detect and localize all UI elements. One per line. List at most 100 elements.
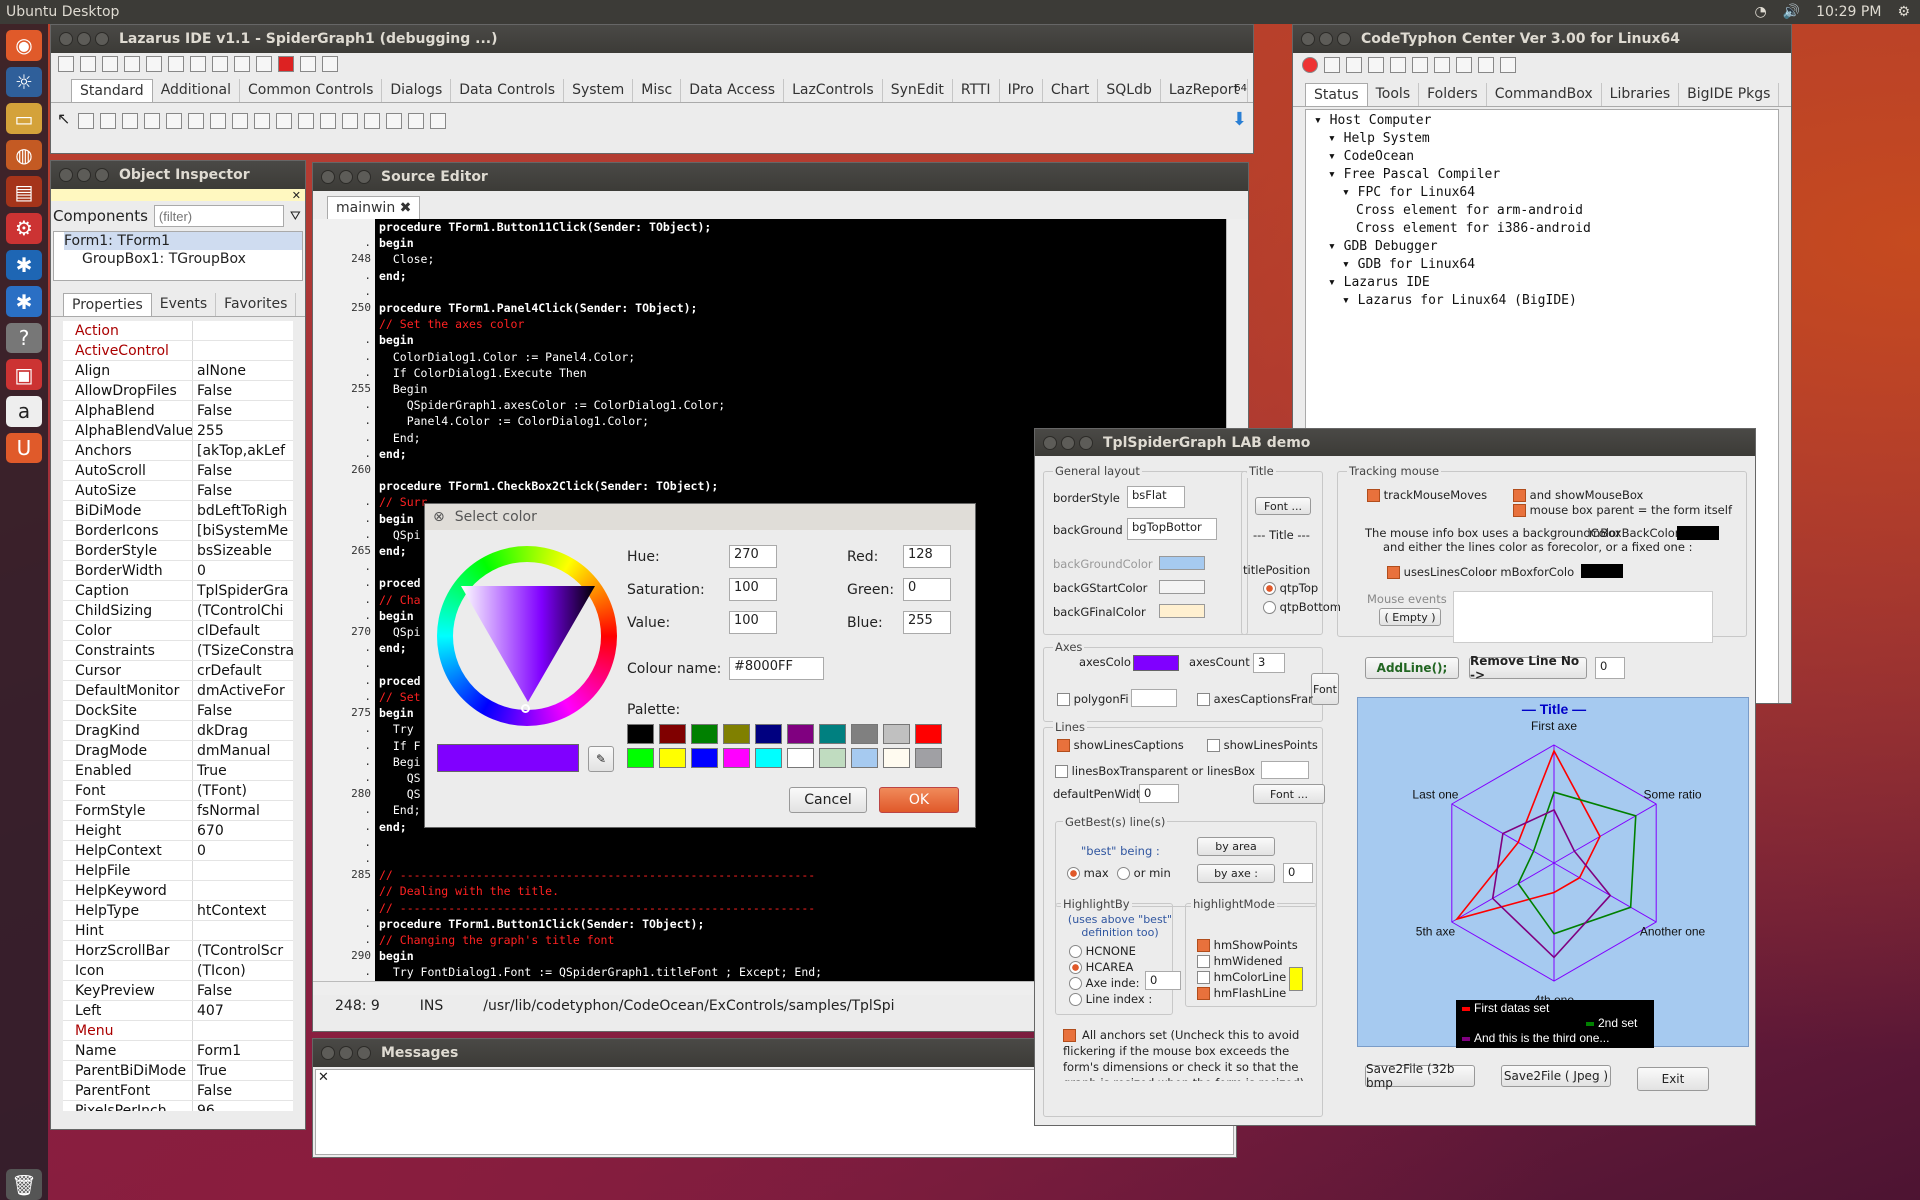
bgcolor-swatch[interactable] — [1159, 556, 1205, 570]
tree-node[interactable]: ▾ GDB for Linux64 — [1306, 256, 1778, 274]
show-mousebox-checkbox[interactable]: and showMouseBox — [1513, 488, 1643, 502]
component-icon[interactable] — [385, 112, 402, 129]
qtp-top-radio[interactable]: qtpTop — [1263, 581, 1318, 595]
palette-swatch[interactable] — [883, 748, 910, 768]
lines-box-transparent-checkbox[interactable]: linesBoxTransparent or linesBox — [1055, 764, 1255, 778]
property-value[interactable]: False — [193, 461, 293, 480]
tab-data-access[interactable]: Data Access — [681, 79, 785, 102]
default-pen-width-input[interactable]: 0 — [1139, 784, 1179, 803]
tab-tools[interactable]: Tools — [1368, 83, 1420, 106]
property-value[interactable]: 670 — [193, 821, 293, 840]
minimize-icon[interactable] — [1061, 435, 1075, 450]
component-icon[interactable] — [341, 112, 358, 129]
close-icon[interactable]: ⊗ — [433, 509, 445, 525]
property-value[interactable] — [193, 921, 293, 940]
property-value[interactable] — [193, 861, 293, 880]
ubuntu-one-icon[interactable]: U — [6, 432, 42, 464]
app-icon[interactable]: ▣ — [6, 359, 42, 391]
property-value[interactable]: (TSizeConstra — [193, 641, 293, 660]
property-value[interactable]: crDefault — [193, 661, 293, 680]
tab-additional[interactable]: Additional — [153, 79, 240, 102]
property-value[interactable]: (TFont) — [193, 781, 293, 800]
property-value[interactable]: [akTop,akLef — [193, 441, 293, 460]
close-icon[interactable] — [1301, 32, 1315, 46]
property-row[interactable]: AlphaBlendValue 255 — [63, 421, 293, 441]
radar-chart[interactable]: — Title —First axeSome ratioAnother one4… — [1358, 698, 1750, 1048]
minimize-icon[interactable] — [339, 1046, 353, 1060]
view-forms-icon[interactable] — [212, 56, 228, 72]
maximize-icon[interactable] — [1337, 32, 1351, 46]
property-row[interactable]: HelpKeyword — [63, 881, 293, 901]
component-icon[interactable] — [429, 112, 446, 129]
property-row[interactable]: Left 407 — [63, 1001, 293, 1021]
property-row[interactable]: KeyPreview False — [63, 981, 293, 1001]
dash-icon[interactable]: ◉ — [6, 30, 42, 61]
property-row[interactable]: BiDiMode bdLeftToRigh — [63, 501, 293, 521]
tab-synedit[interactable]: SynEdit — [883, 79, 953, 102]
by-area-button[interactable]: by area — [1197, 837, 1275, 856]
property-row[interactable]: Caption TplSpiderGra — [63, 581, 293, 601]
axes-font-button[interactable]: Font — [1311, 673, 1339, 705]
property-row[interactable]: DragKind dkDrag — [63, 721, 293, 741]
property-row[interactable]: Action — [63, 321, 293, 341]
eyedropper-icon[interactable]: ✎ — [588, 746, 614, 772]
value-input[interactable]: 100 — [729, 611, 777, 634]
close-icon[interactable] — [321, 170, 335, 184]
palette-swatch[interactable] — [723, 724, 750, 744]
save-icon[interactable] — [124, 56, 140, 72]
property-value[interactable]: bdLeftToRigh — [193, 501, 293, 520]
amazon-icon[interactable]: a — [6, 396, 42, 427]
spider-graph[interactable]: — Title — First axe Some ratio Another one 4… — [1357, 697, 1750, 1048]
palette-swatch[interactable] — [691, 748, 718, 768]
open-icon[interactable] — [102, 56, 118, 72]
property-value[interactable] — [193, 321, 293, 340]
tree-node[interactable]: ▾ GDB Debugger — [1306, 238, 1778, 256]
palette-swatch[interactable] — [627, 748, 654, 768]
property-value[interactable]: clDefault — [193, 621, 293, 640]
hm-flash-line-checkbox[interactable]: hmFlashLine — [1197, 986, 1286, 1000]
palette-swatch[interactable] — [787, 748, 814, 768]
download-icon[interactable] — [1324, 57, 1340, 73]
title-font-button[interactable]: Font ... — [1255, 497, 1311, 515]
settings-icon[interactable]: ⚙ — [6, 213, 42, 244]
property-row[interactable]: AutoSize False — [63, 481, 293, 501]
property-row[interactable]: BorderIcons [biSystemMe — [63, 521, 293, 541]
component-icon[interactable] — [319, 112, 336, 129]
clock[interactable]: 10:29 PM — [1816, 4, 1881, 20]
hm-color-swatch[interactable] — [1289, 967, 1303, 991]
exit-button[interactable]: Exit — [1637, 1067, 1709, 1091]
red-input[interactable]: 128 — [903, 545, 951, 568]
mousebox-parent-checkbox[interactable]: mouse box parent = the form itself — [1513, 503, 1732, 517]
refresh-icon[interactable] — [1346, 57, 1362, 73]
new-file-icon[interactable] — [58, 56, 74, 72]
hue-ring[interactable] — [437, 546, 617, 726]
palette-swatch[interactable] — [755, 748, 782, 768]
chart-icon[interactable] — [1500, 57, 1516, 73]
property-row[interactable]: Enabled True — [63, 761, 293, 781]
tab-standard[interactable]: Standard — [71, 79, 153, 102]
component-icon[interactable] — [363, 112, 380, 129]
property-row[interactable]: Align alNone — [63, 361, 293, 381]
component-icon[interactable] — [77, 112, 94, 129]
lines-box-swatch[interactable] — [1261, 761, 1309, 779]
help-icon[interactable]: ? — [6, 322, 42, 354]
stop-icon[interactable] — [1302, 57, 1318, 73]
list-icon[interactable] — [1390, 57, 1406, 73]
app-icon[interactable]: ☼ — [6, 66, 42, 98]
property-row[interactable]: BorderWidth 0 — [63, 561, 293, 581]
property-value[interactable]: fsNormal — [193, 801, 293, 820]
bgfinal-swatch[interactable] — [1159, 604, 1205, 618]
maximize-icon[interactable] — [357, 170, 371, 184]
new-form-icon[interactable] — [80, 56, 96, 72]
border-style-select[interactable]: bsFlat — [1127, 486, 1185, 508]
property-value[interactable]: Form1 — [193, 1041, 293, 1060]
mousebox-backcolor-swatch[interactable] — [1677, 526, 1719, 540]
tab-data-controls[interactable]: Data Controls — [451, 79, 565, 102]
app-icon[interactable]: ✱ — [6, 286, 42, 317]
bgstart-swatch[interactable] — [1159, 580, 1205, 594]
palette-swatch[interactable] — [723, 748, 750, 768]
property-row[interactable]: DefaultMonitor dmActiveFor — [63, 681, 293, 701]
mbox-forecolor-swatch[interactable] — [1581, 564, 1623, 578]
property-row[interactable]: Icon (TIcon) — [63, 961, 293, 981]
property-row[interactable]: Height 670 — [63, 821, 293, 841]
